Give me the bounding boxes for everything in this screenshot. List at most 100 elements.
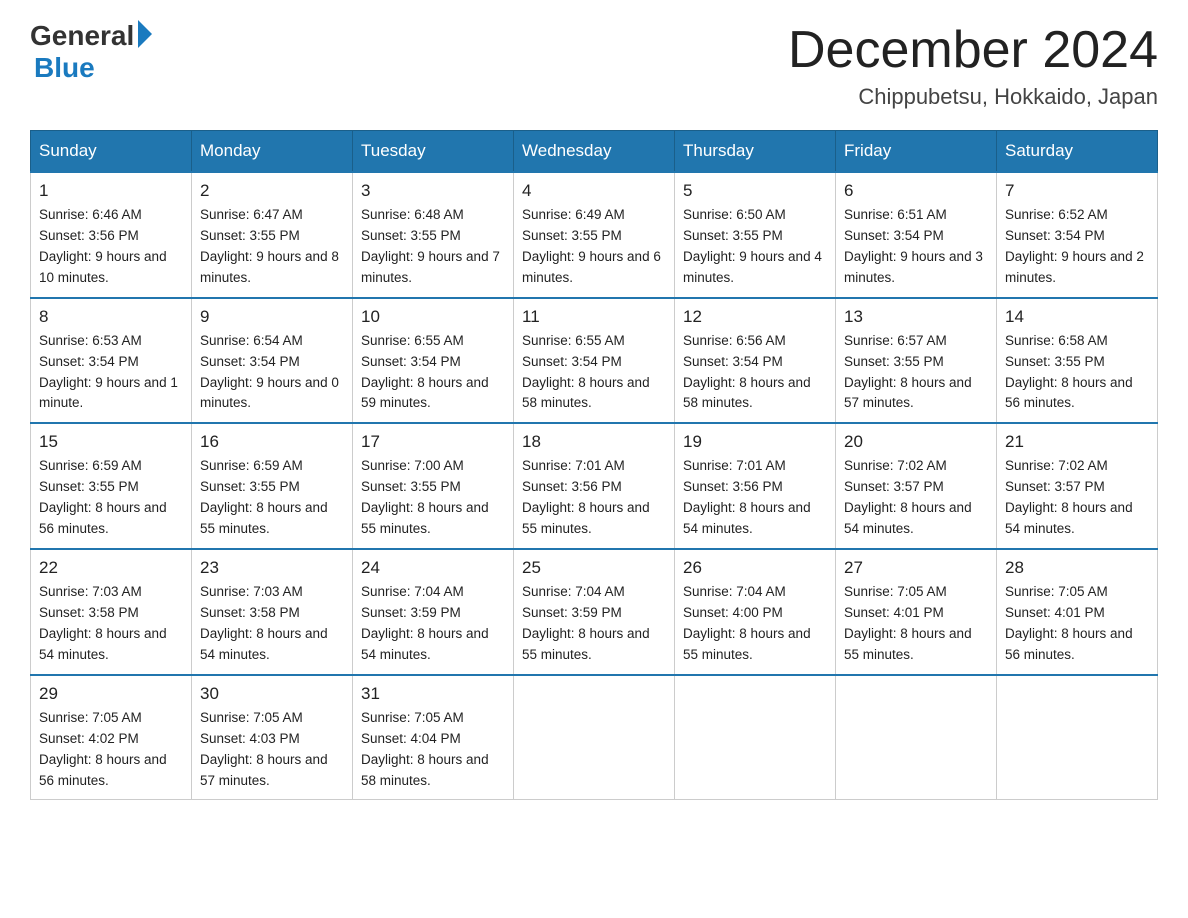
calendar-week-row: 15 Sunrise: 6:59 AM Sunset: 3:55 PM Dayl…	[31, 423, 1158, 549]
day-info: Sunrise: 6:56 AM Sunset: 3:54 PM Dayligh…	[683, 331, 827, 415]
day-number: 6	[844, 181, 988, 201]
calendar-cell: 20 Sunrise: 7:02 AM Sunset: 3:57 PM Dayl…	[836, 423, 997, 549]
day-number: 19	[683, 432, 827, 452]
calendar-cell: 7 Sunrise: 6:52 AM Sunset: 3:54 PM Dayli…	[997, 172, 1158, 298]
calendar-cell: 18 Sunrise: 7:01 AM Sunset: 3:56 PM Dayl…	[514, 423, 675, 549]
day-number: 9	[200, 307, 344, 327]
calendar-cell: 12 Sunrise: 6:56 AM Sunset: 3:54 PM Dayl…	[675, 298, 836, 424]
month-title: December 2024	[788, 20, 1158, 80]
calendar-cell: 25 Sunrise: 7:04 AM Sunset: 3:59 PM Dayl…	[514, 549, 675, 675]
calendar-header-row: SundayMondayTuesdayWednesdayThursdayFrid…	[31, 131, 1158, 173]
logo-general-text: General	[30, 20, 134, 52]
day-number: 27	[844, 558, 988, 578]
calendar-cell	[675, 675, 836, 800]
calendar-cell: 14 Sunrise: 6:58 AM Sunset: 3:55 PM Dayl…	[997, 298, 1158, 424]
header-wednesday: Wednesday	[514, 131, 675, 173]
calendar-cell: 8 Sunrise: 6:53 AM Sunset: 3:54 PM Dayli…	[31, 298, 192, 424]
calendar-cell: 1 Sunrise: 6:46 AM Sunset: 3:56 PM Dayli…	[31, 172, 192, 298]
day-number: 28	[1005, 558, 1149, 578]
day-info: Sunrise: 6:49 AM Sunset: 3:55 PM Dayligh…	[522, 205, 666, 289]
calendar-cell: 22 Sunrise: 7:03 AM Sunset: 3:58 PM Dayl…	[31, 549, 192, 675]
logo-blue-text: Blue	[34, 52, 95, 84]
calendar-cell: 27 Sunrise: 7:05 AM Sunset: 4:01 PM Dayl…	[836, 549, 997, 675]
day-info: Sunrise: 6:58 AM Sunset: 3:55 PM Dayligh…	[1005, 331, 1149, 415]
calendar-cell: 17 Sunrise: 7:00 AM Sunset: 3:55 PM Dayl…	[353, 423, 514, 549]
calendar-cell: 23 Sunrise: 7:03 AM Sunset: 3:58 PM Dayl…	[192, 549, 353, 675]
location: Chippubetsu, Hokkaido, Japan	[788, 84, 1158, 110]
day-info: Sunrise: 7:01 AM Sunset: 3:56 PM Dayligh…	[683, 456, 827, 540]
header-monday: Monday	[192, 131, 353, 173]
day-info: Sunrise: 7:05 AM Sunset: 4:01 PM Dayligh…	[844, 582, 988, 666]
day-number: 21	[1005, 432, 1149, 452]
day-number: 16	[200, 432, 344, 452]
day-number: 15	[39, 432, 183, 452]
day-info: Sunrise: 6:50 AM Sunset: 3:55 PM Dayligh…	[683, 205, 827, 289]
day-info: Sunrise: 7:05 AM Sunset: 4:01 PM Dayligh…	[1005, 582, 1149, 666]
day-info: Sunrise: 7:01 AM Sunset: 3:56 PM Dayligh…	[522, 456, 666, 540]
day-number: 11	[522, 307, 666, 327]
day-info: Sunrise: 7:03 AM Sunset: 3:58 PM Dayligh…	[200, 582, 344, 666]
day-number: 20	[844, 432, 988, 452]
day-info: Sunrise: 7:05 AM Sunset: 4:04 PM Dayligh…	[361, 708, 505, 792]
calendar-cell	[514, 675, 675, 800]
calendar-cell: 31 Sunrise: 7:05 AM Sunset: 4:04 PM Dayl…	[353, 675, 514, 800]
day-info: Sunrise: 6:52 AM Sunset: 3:54 PM Dayligh…	[1005, 205, 1149, 289]
header-thursday: Thursday	[675, 131, 836, 173]
logo: General Blue	[30, 20, 152, 84]
calendar-cell: 4 Sunrise: 6:49 AM Sunset: 3:55 PM Dayli…	[514, 172, 675, 298]
day-number: 26	[683, 558, 827, 578]
calendar-week-row: 8 Sunrise: 6:53 AM Sunset: 3:54 PM Dayli…	[31, 298, 1158, 424]
day-number: 22	[39, 558, 183, 578]
calendar-cell	[836, 675, 997, 800]
calendar-cell: 2 Sunrise: 6:47 AM Sunset: 3:55 PM Dayli…	[192, 172, 353, 298]
day-number: 1	[39, 181, 183, 201]
day-number: 10	[361, 307, 505, 327]
calendar-week-row: 22 Sunrise: 7:03 AM Sunset: 3:58 PM Dayl…	[31, 549, 1158, 675]
logo-arrow-icon	[138, 20, 152, 48]
calendar-cell	[997, 675, 1158, 800]
calendar-cell: 30 Sunrise: 7:05 AM Sunset: 4:03 PM Dayl…	[192, 675, 353, 800]
calendar-cell: 11 Sunrise: 6:55 AM Sunset: 3:54 PM Dayl…	[514, 298, 675, 424]
calendar-cell: 5 Sunrise: 6:50 AM Sunset: 3:55 PM Dayli…	[675, 172, 836, 298]
day-info: Sunrise: 7:03 AM Sunset: 3:58 PM Dayligh…	[39, 582, 183, 666]
day-number: 30	[200, 684, 344, 704]
header-tuesday: Tuesday	[353, 131, 514, 173]
day-number: 14	[1005, 307, 1149, 327]
day-info: Sunrise: 7:04 AM Sunset: 4:00 PM Dayligh…	[683, 582, 827, 666]
day-info: Sunrise: 7:00 AM Sunset: 3:55 PM Dayligh…	[361, 456, 505, 540]
day-info: Sunrise: 6:46 AM Sunset: 3:56 PM Dayligh…	[39, 205, 183, 289]
day-number: 17	[361, 432, 505, 452]
day-info: Sunrise: 6:51 AM Sunset: 3:54 PM Dayligh…	[844, 205, 988, 289]
day-number: 31	[361, 684, 505, 704]
day-info: Sunrise: 7:02 AM Sunset: 3:57 PM Dayligh…	[844, 456, 988, 540]
day-info: Sunrise: 6:59 AM Sunset: 3:55 PM Dayligh…	[200, 456, 344, 540]
calendar-cell: 3 Sunrise: 6:48 AM Sunset: 3:55 PM Dayli…	[353, 172, 514, 298]
calendar-cell: 21 Sunrise: 7:02 AM Sunset: 3:57 PM Dayl…	[997, 423, 1158, 549]
calendar-week-row: 29 Sunrise: 7:05 AM Sunset: 4:02 PM Dayl…	[31, 675, 1158, 800]
calendar-cell: 10 Sunrise: 6:55 AM Sunset: 3:54 PM Dayl…	[353, 298, 514, 424]
calendar-cell: 29 Sunrise: 7:05 AM Sunset: 4:02 PM Dayl…	[31, 675, 192, 800]
day-number: 12	[683, 307, 827, 327]
day-number: 18	[522, 432, 666, 452]
day-info: Sunrise: 7:02 AM Sunset: 3:57 PM Dayligh…	[1005, 456, 1149, 540]
calendar-cell: 24 Sunrise: 7:04 AM Sunset: 3:59 PM Dayl…	[353, 549, 514, 675]
day-info: Sunrise: 6:47 AM Sunset: 3:55 PM Dayligh…	[200, 205, 344, 289]
calendar-cell: 26 Sunrise: 7:04 AM Sunset: 4:00 PM Dayl…	[675, 549, 836, 675]
day-number: 2	[200, 181, 344, 201]
day-info: Sunrise: 6:55 AM Sunset: 3:54 PM Dayligh…	[361, 331, 505, 415]
calendar-cell: 19 Sunrise: 7:01 AM Sunset: 3:56 PM Dayl…	[675, 423, 836, 549]
day-number: 3	[361, 181, 505, 201]
day-number: 13	[844, 307, 988, 327]
day-info: Sunrise: 7:05 AM Sunset: 4:03 PM Dayligh…	[200, 708, 344, 792]
day-info: Sunrise: 7:05 AM Sunset: 4:02 PM Dayligh…	[39, 708, 183, 792]
day-info: Sunrise: 6:53 AM Sunset: 3:54 PM Dayligh…	[39, 331, 183, 415]
day-info: Sunrise: 6:55 AM Sunset: 3:54 PM Dayligh…	[522, 331, 666, 415]
calendar-week-row: 1 Sunrise: 6:46 AM Sunset: 3:56 PM Dayli…	[31, 172, 1158, 298]
header-friday: Friday	[836, 131, 997, 173]
title-section: December 2024 Chippubetsu, Hokkaido, Jap…	[788, 20, 1158, 110]
day-info: Sunrise: 6:48 AM Sunset: 3:55 PM Dayligh…	[361, 205, 505, 289]
day-number: 5	[683, 181, 827, 201]
header-sunday: Sunday	[31, 131, 192, 173]
page-header: General Blue December 2024 Chippubetsu, …	[30, 20, 1158, 110]
calendar-cell: 16 Sunrise: 6:59 AM Sunset: 3:55 PM Dayl…	[192, 423, 353, 549]
